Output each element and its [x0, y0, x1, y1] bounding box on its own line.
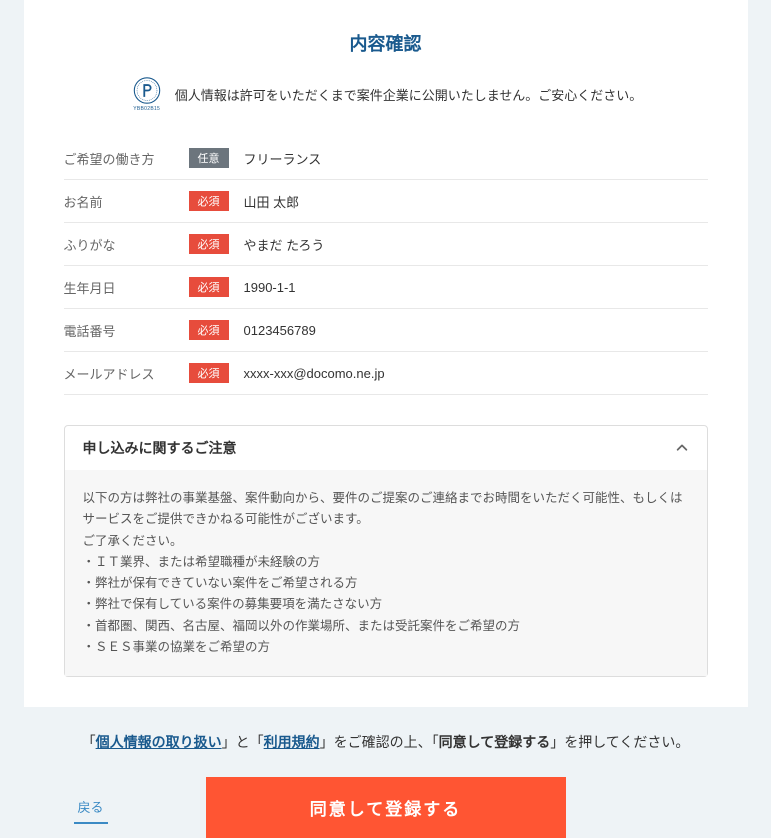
label-email: メールアドレス — [64, 364, 189, 383]
list-item: 弊社が保有できていない案件をご希望される方 — [83, 573, 689, 594]
badge-required: 必須 — [189, 320, 229, 340]
accordion-body: 以下の方は弊社の事業基盤、案件動向から、要件のご提案のご連絡までお時間をいただく… — [65, 470, 707, 676]
badge-required: 必須 — [189, 191, 229, 211]
row-name: お名前 必須 山田 太郎 — [64, 180, 708, 223]
label-phone: 電話番号 — [64, 321, 189, 340]
privacy-policy-link[interactable]: 個人情報の取り扱い — [96, 734, 222, 750]
agree-close: 」を押してください。 — [550, 734, 689, 750]
terms-link[interactable]: 利用規約 — [264, 734, 320, 750]
notes-list: ＩＴ業界、または希望職種が未経験の方 弊社が保有できていない案件をご希望される方… — [83, 552, 689, 658]
privacy-mark-icon: YBB02B15 — [129, 76, 165, 112]
accordion-intro1: 以下の方は弊社の事業基盤、案件動向から、要件のご提案のご連絡までお時間をいただく… — [83, 488, 689, 531]
value-name: 山田 太郎 — [244, 192, 300, 211]
row-email: メールアドレス 必須 xxxx-xxx@docomo.ne.jp — [64, 352, 708, 395]
label-birth: 生年月日 — [64, 278, 189, 297]
row-phone: 電話番号 必須 0123456789 — [64, 309, 708, 352]
label-kana: ふりがな — [64, 235, 189, 254]
label-workstyle: ご希望の働き方 — [64, 149, 189, 168]
agreement-text: 「個人情報の取り扱い」と「利用規約」をご確認の上、「同意して登録する」を押してく… — [24, 732, 748, 752]
privacy-notice: YBB02B15 個人情報は許可をいただくまで案件企業に公開いたしません。ご安心… — [64, 76, 708, 112]
button-row: 戻る 同意して登録する — [24, 777, 748, 838]
row-birth: 生年月日 必須 1990-1-1 — [64, 266, 708, 309]
value-workstyle: フリーランス — [244, 149, 322, 168]
privacy-text: 個人情報は許可をいただくまで案件企業に公開いたしません。ご安心ください。 — [175, 85, 643, 104]
accordion-header[interactable]: 申し込みに関するご注意 — [65, 426, 707, 470]
list-item: ＳＥＳ事業の協業をご希望の方 — [83, 637, 689, 658]
badge-required: 必須 — [189, 363, 229, 383]
badge-required: 必須 — [189, 277, 229, 297]
list-item: 弊社で保有している案件の募集要項を満たさない方 — [83, 594, 689, 615]
value-kana: やまだ たろう — [244, 235, 325, 254]
value-email: xxxx-xxx@docomo.ne.jp — [244, 366, 385, 381]
label-name: お名前 — [64, 192, 189, 211]
agree-open1: 「 — [82, 734, 96, 750]
agree-mid1: 」と「 — [222, 734, 264, 750]
list-item: ＩＴ業界、または希望職種が未経験の方 — [83, 552, 689, 573]
row-workstyle: ご希望の働き方 任意 フリーランス — [64, 137, 708, 180]
agree-mid2: 」をご確認の上、「 — [320, 734, 439, 750]
back-button[interactable]: 戻る — [74, 791, 108, 824]
chevron-up-icon — [675, 441, 689, 455]
badge-optional: 任意 — [189, 148, 229, 168]
page-title: 内容確認 — [64, 30, 708, 56]
value-birth: 1990-1-1 — [244, 280, 296, 295]
value-phone: 0123456789 — [244, 323, 316, 338]
accordion-intro2: ご了承ください。 — [83, 531, 689, 552]
row-kana: ふりがな 必須 やまだ たろう — [64, 223, 708, 266]
badge-required: 必須 — [189, 234, 229, 254]
notes-accordion: 申し込みに関するご注意 以下の方は弊社の事業基盤、案件動向から、要件のご提案のご… — [64, 425, 708, 677]
accordion-title: 申し込みに関するご注意 — [83, 438, 237, 458]
list-item: 首都圏、関西、名古屋、福岡以外の作業場所、または受託案件をご希望の方 — [83, 616, 689, 637]
pmark-id: YBB02B15 — [133, 106, 160, 112]
agree-bold: 同意して登録する — [439, 734, 551, 750]
agree-register-button[interactable]: 同意して登録する — [206, 777, 566, 838]
confirmation-card: 内容確認 YBB02B15 個人情報は許可をいただくまで案件企業に公開いたしませ… — [24, 0, 748, 707]
